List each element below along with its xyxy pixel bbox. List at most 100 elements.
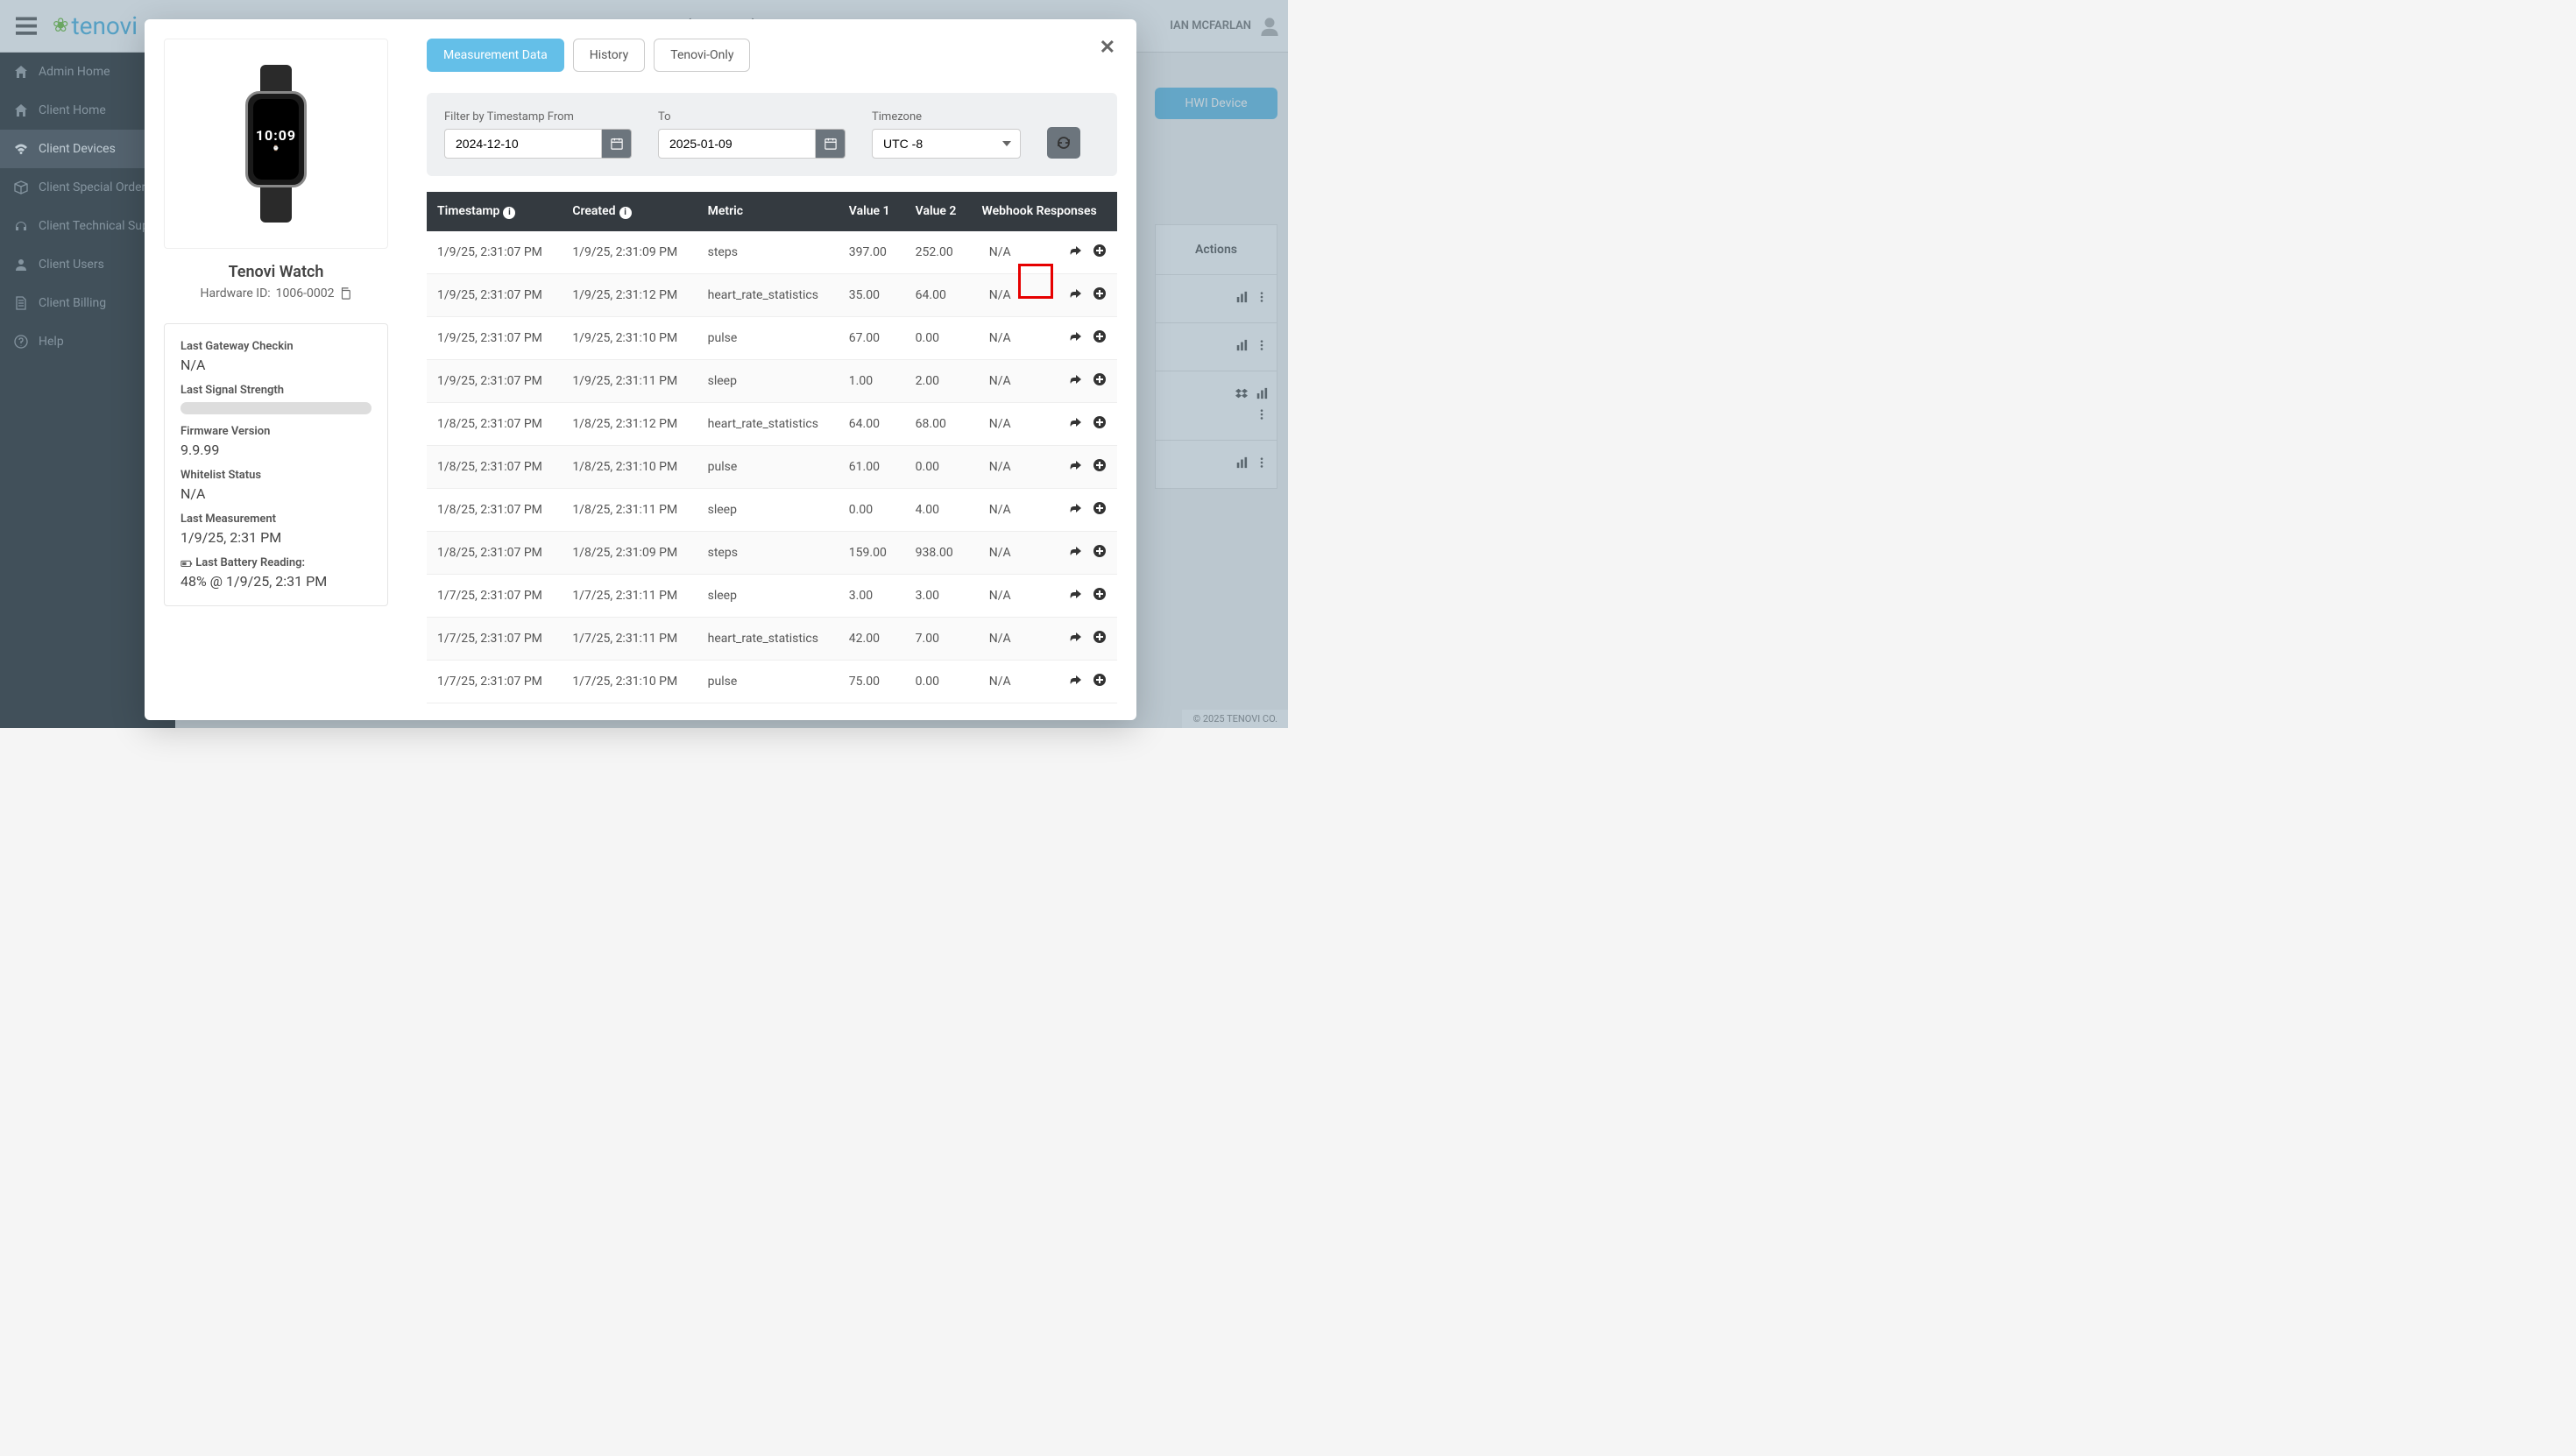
th-webhook[interactable]: Webhook Responses	[972, 192, 1117, 231]
cell-value1: 3.00	[839, 574, 905, 617]
add-icon[interactable]	[1093, 544, 1107, 562]
filter-bar: Filter by Timestamp From To	[427, 93, 1117, 176]
table-row: 1/7/25, 2:31:07 PM 1/7/25, 2:31:11 PM he…	[427, 617, 1117, 660]
cell-timestamp: 1/9/25, 2:31:07 PM	[427, 231, 562, 274]
tab-measurement-data[interactable]: Measurement Data	[427, 39, 564, 72]
forward-icon[interactable]	[1069, 415, 1083, 433]
add-icon[interactable]	[1093, 415, 1107, 433]
last-gateway-label: Last Gateway Checkin	[180, 340, 372, 353]
cell-actions	[1029, 231, 1117, 274]
add-icon[interactable]	[1093, 329, 1107, 347]
cell-metric: heart_rate_statistics	[697, 402, 839, 445]
tab-history[interactable]: History	[573, 39, 646, 72]
cell-created: 1/8/25, 2:31:12 PM	[562, 402, 697, 445]
modal-left-panel: 10:09 ⌚ Tenovi Watch Hardware ID: 1006-0…	[145, 19, 407, 720]
cell-value1: 61.00	[839, 445, 905, 488]
forward-icon[interactable]	[1069, 286, 1083, 304]
battery-icon	[180, 556, 193, 569]
forward-icon[interactable]	[1069, 673, 1083, 690]
to-date-input[interactable]	[658, 129, 816, 159]
cell-actions	[1029, 316, 1117, 359]
forward-icon[interactable]	[1069, 587, 1083, 604]
th-value2[interactable]: Value 2	[905, 192, 972, 231]
filter-timezone: Timezone UTC -8	[872, 110, 1021, 159]
modal-right-panel: ✕ Measurement Data History Tenovi-Only F…	[407, 19, 1136, 720]
th-metric[interactable]: Metric	[697, 192, 839, 231]
device-name: Tenovi Watch	[164, 263, 388, 281]
cell-value2: 68.00	[905, 402, 972, 445]
close-button[interactable]: ✕	[1100, 37, 1115, 59]
cell-actions	[1029, 660, 1117, 703]
add-icon[interactable]	[1093, 587, 1107, 604]
whitelist-label: Whitelist Status	[180, 469, 372, 482]
last-gateway-value: N/A	[180, 357, 372, 373]
tz-label: Timezone	[872, 110, 1021, 124]
battery-label: Last Battery Reading:	[180, 556, 372, 569]
cell-metric: heart_rate_statistics	[697, 617, 839, 660]
cell-created: 1/8/25, 2:31:11 PM	[562, 488, 697, 531]
refresh-button[interactable]	[1047, 127, 1080, 159]
hardware-id: Hardware ID: 1006-0002	[164, 286, 388, 300]
cell-actions	[1029, 488, 1117, 531]
cell-webhook: N/A	[972, 273, 1029, 316]
filter-from: Filter by Timestamp From	[444, 110, 632, 159]
th-value1[interactable]: Value 1	[839, 192, 905, 231]
from-date-input[interactable]	[444, 129, 602, 159]
table-row: 1/7/25, 2:31:07 PM 1/7/25, 2:31:11 PM sl…	[427, 574, 1117, 617]
cell-actions	[1029, 402, 1117, 445]
cell-value1: 67.00	[839, 316, 905, 359]
cell-webhook: N/A	[972, 574, 1029, 617]
to-label: To	[658, 110, 846, 124]
info-icon[interactable]: i	[619, 207, 632, 219]
cell-created: 1/9/25, 2:31:10 PM	[562, 316, 697, 359]
watch-time: 10:09	[256, 127, 296, 144]
cell-actions	[1029, 273, 1117, 316]
cell-created: 1/9/25, 2:31:12 PM	[562, 273, 697, 316]
last-measure-label: Last Measurement	[180, 512, 372, 526]
cell-actions	[1029, 359, 1117, 402]
add-icon[interactable]	[1093, 458, 1107, 476]
refresh-icon	[1057, 136, 1071, 150]
forward-icon[interactable]	[1069, 372, 1083, 390]
add-icon[interactable]	[1093, 244, 1107, 261]
add-icon[interactable]	[1093, 286, 1107, 304]
cell-created: 1/9/25, 2:31:11 PM	[562, 359, 697, 402]
cell-timestamp: 1/7/25, 2:31:07 PM	[427, 617, 562, 660]
cell-value1: 35.00	[839, 273, 905, 316]
filter-to: To	[658, 110, 846, 159]
forward-icon[interactable]	[1069, 544, 1083, 562]
th-created[interactable]: Createdi	[562, 192, 697, 231]
cell-value2: 252.00	[905, 231, 972, 274]
copy-icon[interactable]	[339, 286, 351, 300]
firmware-label: Firmware Version	[180, 425, 372, 438]
add-icon[interactable]	[1093, 501, 1107, 519]
from-label: Filter by Timestamp From	[444, 110, 632, 124]
cell-webhook: N/A	[972, 445, 1029, 488]
cell-webhook: N/A	[972, 531, 1029, 574]
last-measure-value: 1/9/25, 2:31 PM	[180, 529, 372, 546]
timezone-select[interactable]: UTC -8	[872, 129, 1021, 159]
cell-webhook: N/A	[972, 402, 1029, 445]
cell-actions	[1029, 531, 1117, 574]
forward-icon[interactable]	[1069, 329, 1083, 347]
forward-icon[interactable]	[1069, 458, 1083, 476]
to-calendar-button[interactable]	[816, 129, 846, 159]
calendar-icon	[611, 138, 623, 150]
cell-webhook: N/A	[972, 316, 1029, 359]
info-icon[interactable]: i	[503, 207, 515, 219]
cell-value2: 2.00	[905, 359, 972, 402]
forward-icon[interactable]	[1069, 630, 1083, 647]
cell-value1: 0.00	[839, 488, 905, 531]
add-icon[interactable]	[1093, 673, 1107, 690]
cell-actions	[1029, 574, 1117, 617]
forward-icon[interactable]	[1069, 244, 1083, 261]
add-icon[interactable]	[1093, 372, 1107, 390]
cell-webhook: N/A	[972, 660, 1029, 703]
cell-timestamp: 1/9/25, 2:31:07 PM	[427, 273, 562, 316]
th-timestamp[interactable]: Timestampi	[427, 192, 562, 231]
cell-metric: pulse	[697, 660, 839, 703]
from-calendar-button[interactable]	[602, 129, 632, 159]
tab-tenovi-only[interactable]: Tenovi-Only	[654, 39, 750, 72]
add-icon[interactable]	[1093, 630, 1107, 647]
forward-icon[interactable]	[1069, 501, 1083, 519]
